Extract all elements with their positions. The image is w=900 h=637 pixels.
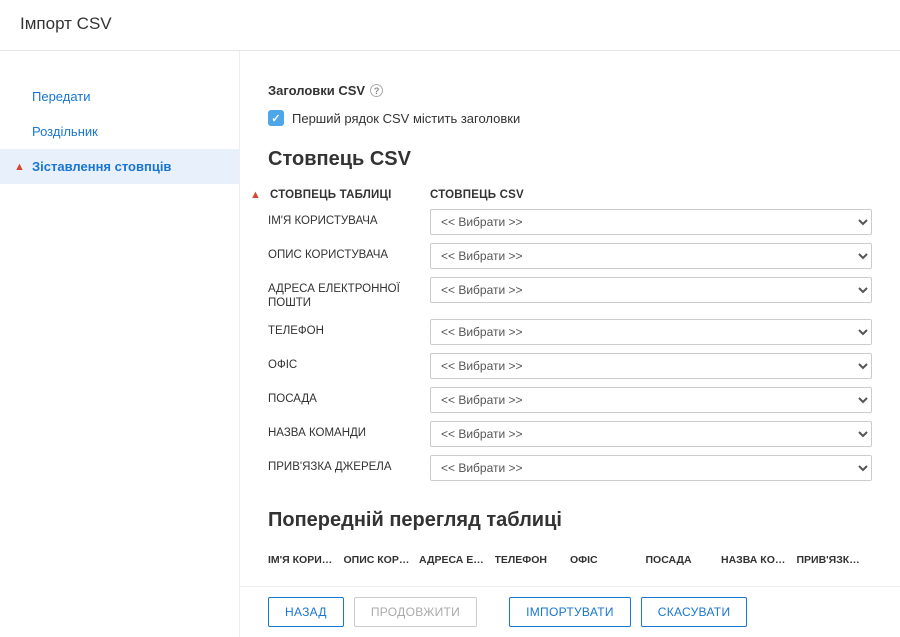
sidebar-item-column-mapping[interactable]: ▲ Зіставлення стовпців [0, 149, 239, 184]
preview-col-description: ОПИС КОРИСТУ [344, 550, 420, 571]
sidebar-item-delimiter[interactable]: Роздільник [0, 114, 239, 149]
mapping-select-username[interactable]: << Вибрати >> [430, 209, 872, 235]
preview-col-email: АДРЕСА ЕЛЕКТРО... [419, 550, 495, 571]
mapping-row-label: ОФІС [268, 353, 418, 372]
preview-table: ІМ'Я КОРИСТУ ОПИС КОРИСТУ АДРЕСА ЕЛЕКТРО… [268, 550, 872, 571]
preview-col-username: ІМ'Я КОРИСТУ [268, 550, 344, 571]
dialog-body: Передати Роздільник ▲ Зіставлення стовпц… [0, 51, 900, 637]
main-wrap: Заголовки CSV ? ✓ Перший рядок CSV місти… [240, 51, 900, 637]
mapping-row-label: АДРЕСА ЕЛЕКТРОННОЇ ПОШТИ [268, 277, 418, 311]
wizard-footer: НАЗАД ПРОДОВЖИТИ ІМПОРТУВАТИ СКАСУВАТИ [240, 586, 900, 637]
first-row-headers-checkbox[interactable]: ✓ [268, 110, 284, 126]
sidebar-item-label: Передати [32, 89, 91, 104]
mapping-select-position[interactable]: << Вибрати >> [430, 387, 872, 413]
import-button[interactable]: ІМПОРТУВАТИ [509, 597, 631, 627]
cancel-button[interactable]: СКАСУВАТИ [641, 597, 748, 627]
csv-headers-label-text: Заголовки CSV [268, 83, 365, 98]
mapping-row-label: ІМ'Я КОРИСТУВАЧА [268, 209, 418, 228]
main-content[interactable]: Заголовки CSV ? ✓ Перший рядок CSV місти… [240, 51, 900, 586]
sidebar-item-label: Роздільник [32, 124, 98, 139]
preview-col-position: ПОСАДА [646, 550, 722, 571]
table-column-header: ▲ СТОВПЕЦЬ ТАБЛИЦІ [268, 189, 418, 201]
preview-col-office: ОФІС [570, 550, 646, 571]
table-preview-heading: Попередній перегляд таблиці [268, 509, 872, 532]
dialog-title: Імпорт CSV [0, 0, 900, 51]
mapping-select-phone[interactable]: << Вибрати >> [430, 319, 872, 345]
help-icon[interactable]: ? [370, 84, 383, 97]
sidebar-item-upload[interactable]: Передати [0, 79, 239, 114]
mapping-select-description[interactable]: << Вибрати >> [430, 243, 872, 269]
dialog-title-text: Імпорт CSV [20, 14, 112, 33]
table-column-header-text: СТОВПЕЦЬ ТАБЛИЦІ [270, 189, 392, 201]
mapping-select-team[interactable]: << Вибрати >> [430, 421, 872, 447]
first-row-headers-label: Перший рядок CSV містить заголовки [292, 111, 520, 126]
warning-icon: ▲ [14, 161, 26, 173]
sidebar-item-label: Зіставлення стовпців [32, 159, 171, 174]
mapping-row-label: ПРИВ'ЯЗКА ДЖЕРЕЛА [268, 455, 418, 474]
csv-column-heading: Стовпець CSV [268, 148, 872, 171]
mapping-select-office[interactable]: << Вибрати >> [430, 353, 872, 379]
preview-col-source: ПРИВ'ЯЗКА ДЖЕРЕЛА [797, 550, 873, 571]
csv-column-header: СТОВПЕЦЬ CSV [430, 189, 872, 201]
column-mapping-table: ▲ СТОВПЕЦЬ ТАБЛИЦІ СТОВПЕЦЬ CSV ІМ'Я КОР… [268, 189, 872, 481]
preview-col-phone: ТЕЛЕФОН [495, 550, 571, 571]
mapping-row-label: ТЕЛЕФОН [268, 319, 418, 338]
mapping-select-source-binding[interactable]: << Вибрати >> [430, 455, 872, 481]
continue-button: ПРОДОВЖИТИ [354, 597, 477, 627]
csv-headers-label: Заголовки CSV ? [268, 83, 383, 98]
first-row-headers-row: ✓ Перший рядок CSV містить заголовки [268, 110, 872, 126]
mapping-row-label: ПОСАДА [268, 387, 418, 406]
wizard-sidebar: Передати Роздільник ▲ Зіставлення стовпц… [0, 51, 240, 637]
mapping-select-email[interactable]: << Вибрати >> [430, 277, 872, 303]
mapping-row-label: НАЗВА КОМАНДИ [268, 421, 418, 440]
preview-col-team: НАЗВА КОМАНДИ [721, 550, 797, 571]
warning-icon: ▲ [250, 189, 264, 201]
mapping-row-label: ОПИС КОРИСТУВАЧА [268, 243, 418, 262]
back-button[interactable]: НАЗАД [268, 597, 344, 627]
